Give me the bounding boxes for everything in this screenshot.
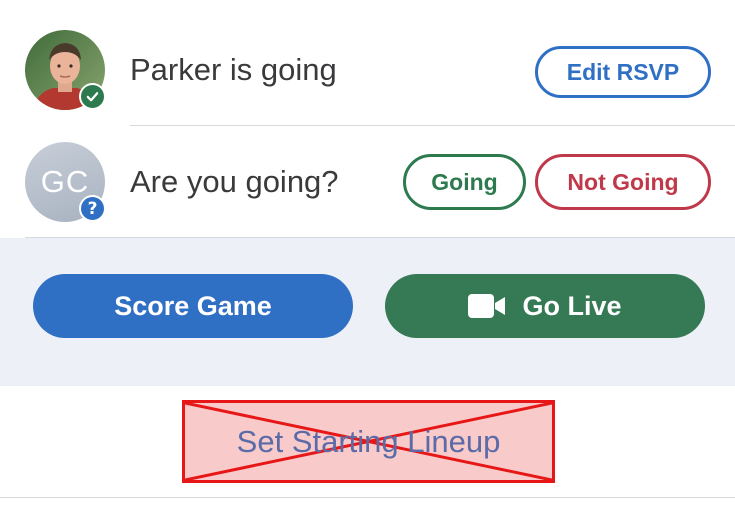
bottom-divider — [0, 497, 735, 498]
video-camera-icon — [468, 294, 506, 318]
viewer-question-text: Are you going? — [130, 164, 339, 199]
rsvp-row-player: Parker is going Edit RSVP — [0, 0, 735, 126]
action-band: Score Game Go Live — [0, 238, 735, 386]
check-icon — [79, 83, 106, 110]
not-going-button[interactable]: Not Going — [535, 154, 711, 210]
question-icon: ? — [79, 195, 106, 222]
go-live-button[interactable]: Go Live — [385, 274, 705, 338]
set-starting-lineup-label: Set Starting Lineup — [236, 423, 501, 459]
viewer-initials: GC — [40, 164, 90, 199]
score-game-label: Score Game — [114, 290, 272, 321]
score-game-button[interactable]: Score Game — [33, 274, 353, 338]
lineup-area: Set Starting Lineup — [0, 386, 735, 497]
going-button[interactable]: Going — [403, 154, 526, 210]
edit-rsvp-button[interactable]: Edit RSVP — [535, 46, 711, 98]
player-status-text: Parker is going — [130, 52, 337, 87]
set-starting-lineup-button[interactable]: Set Starting Lineup — [182, 400, 555, 483]
rsvp-row-viewer: GC ? Are you going? Going Not Going — [0, 126, 735, 238]
go-live-label: Go Live — [522, 290, 622, 321]
